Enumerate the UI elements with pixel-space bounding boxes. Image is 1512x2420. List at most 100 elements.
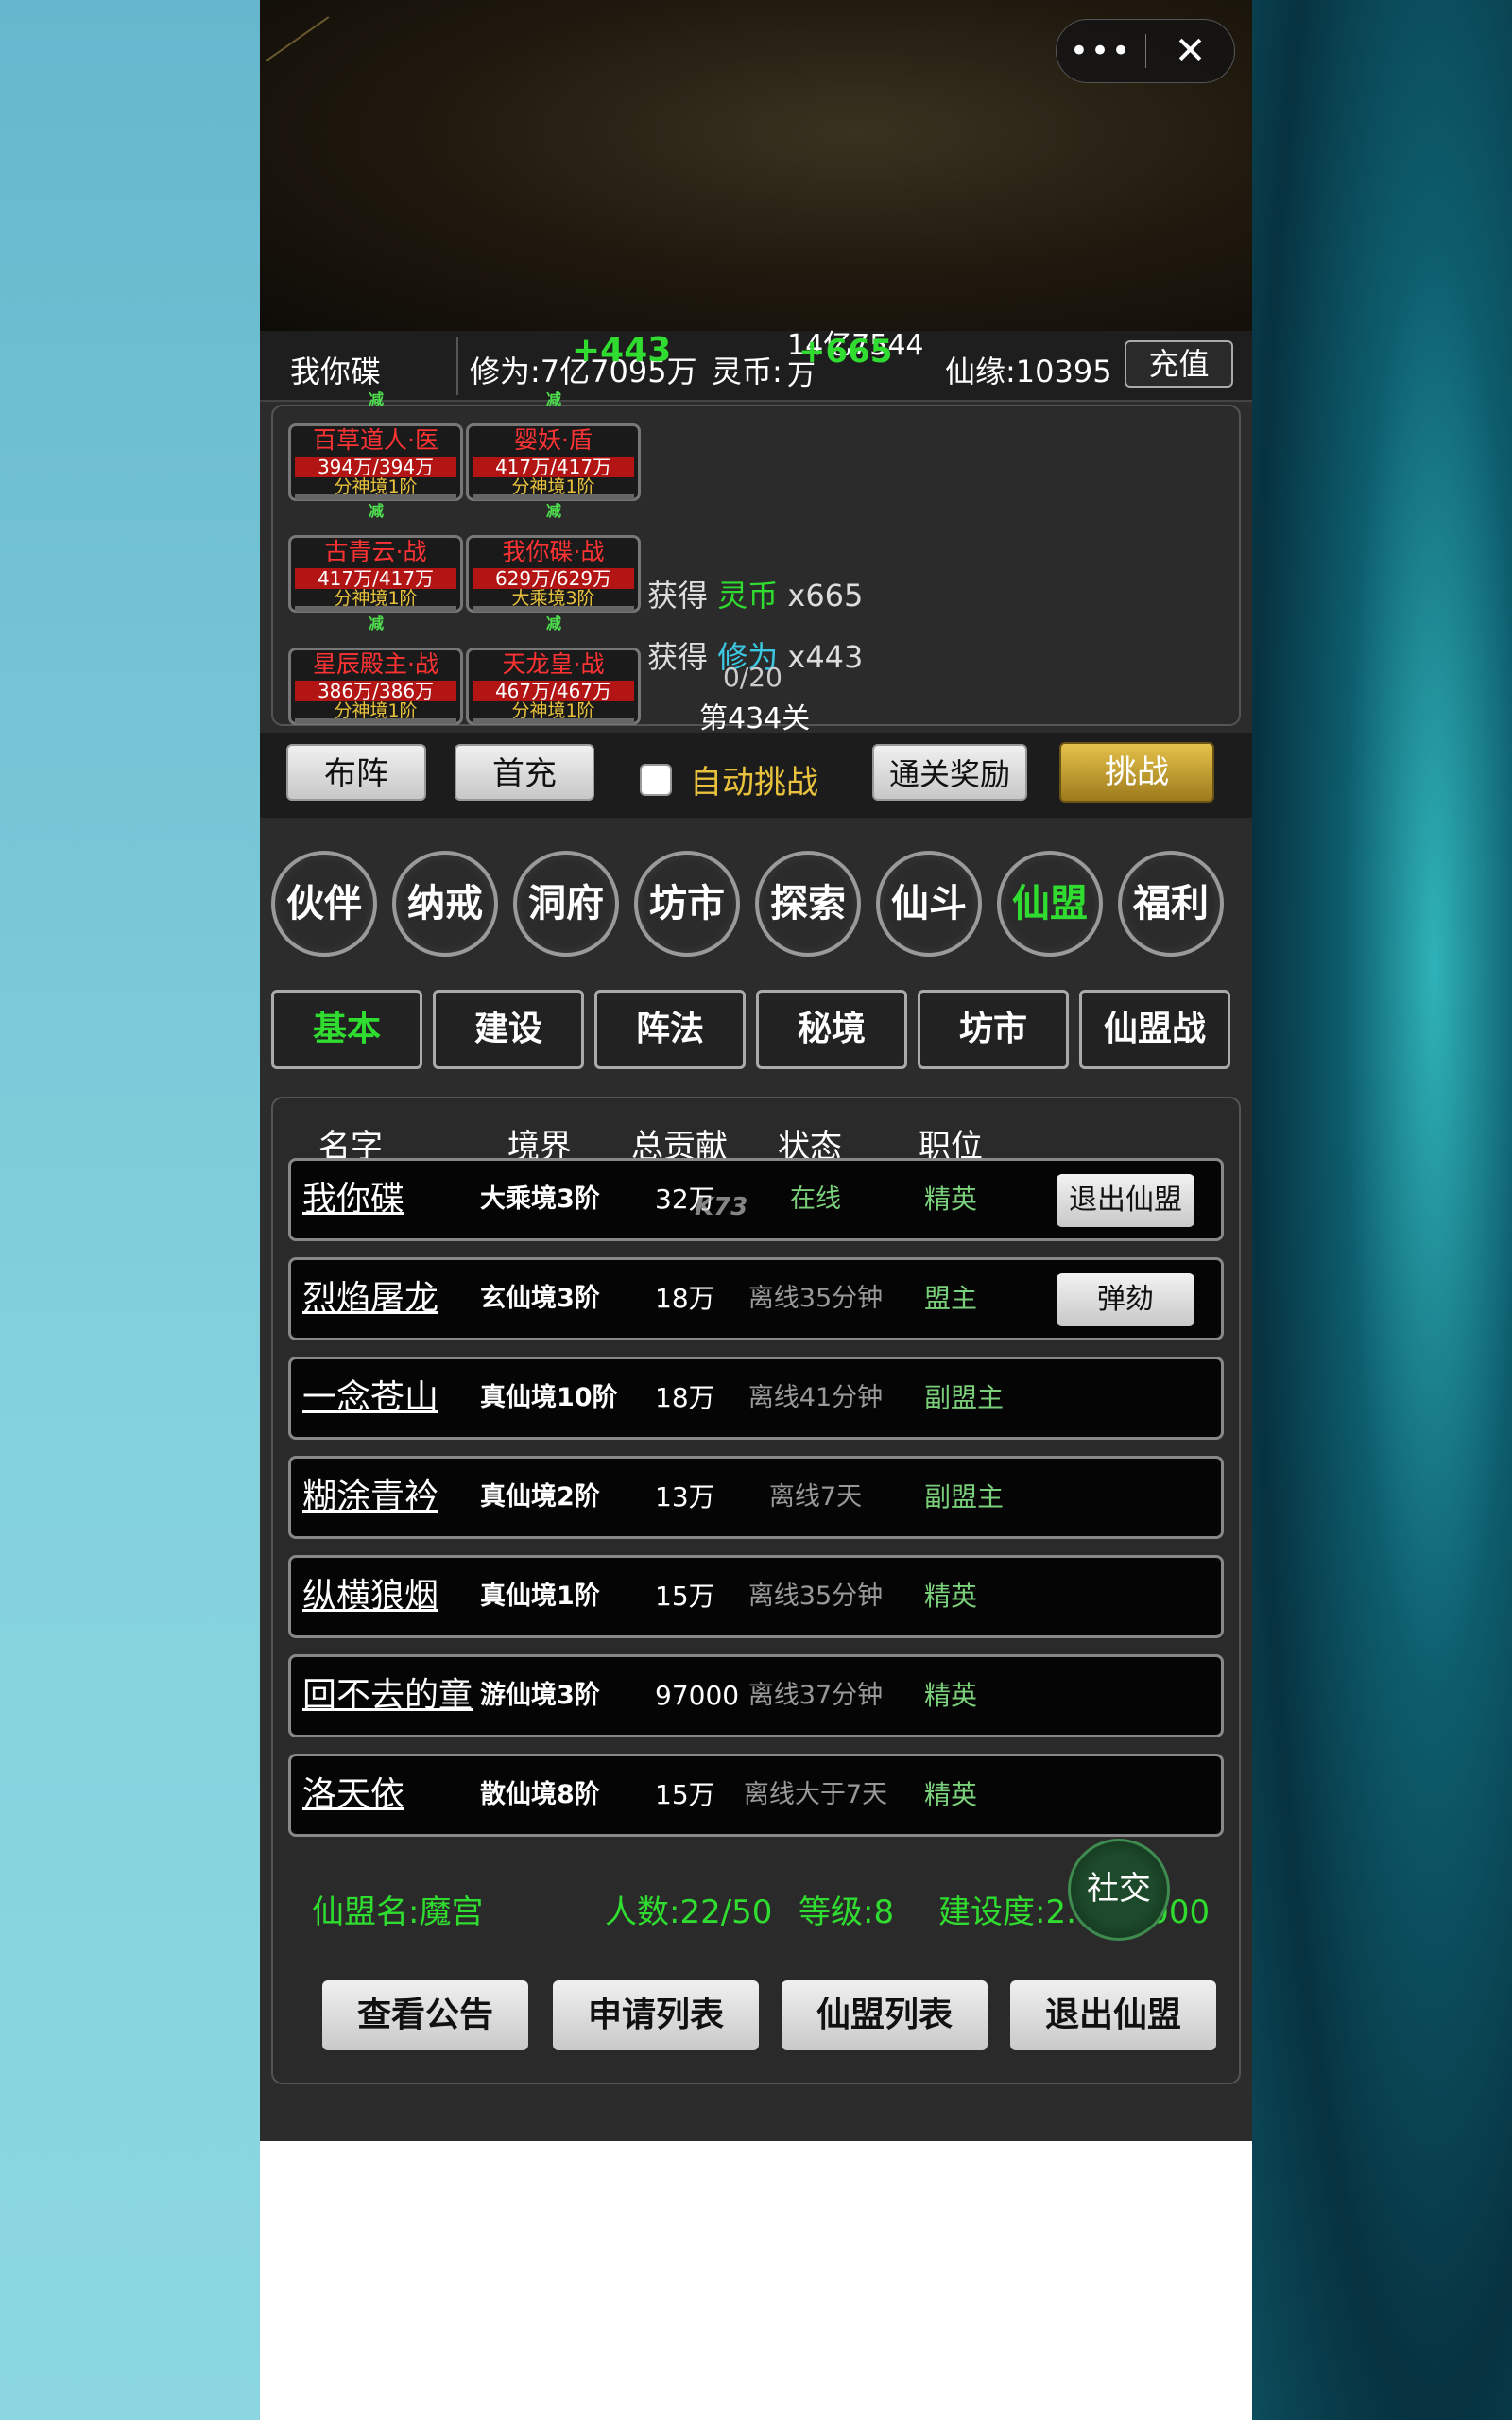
hero-name: 婴妖·盾 bbox=[514, 426, 593, 454]
hero-name: 星辰殿主·战 bbox=[313, 650, 438, 678]
nav-3[interactable]: 洞府 bbox=[513, 851, 619, 957]
buff-arrow-icon: 减 bbox=[368, 390, 384, 408]
member-status: 离线大于7天 bbox=[743, 1780, 888, 1809]
nav-1[interactable]: 伙伴 bbox=[271, 851, 377, 957]
member-name[interactable]: 洛天依 bbox=[302, 1756, 404, 1834]
member-position: 精英 bbox=[924, 1581, 978, 1612]
member-status: 离线35分钟 bbox=[747, 1284, 884, 1313]
member-status: 离线41分钟 bbox=[747, 1383, 884, 1412]
member-name[interactable]: 回不去的童 bbox=[302, 1657, 472, 1735]
game-viewport: ••• ✕ 我你碟 修为:7亿7095万 灵币: 14亿7544万 +443 +… bbox=[260, 0, 1252, 2141]
member-name[interactable]: 烈焰屠龙 bbox=[302, 1260, 438, 1338]
close-icon[interactable]: ✕ bbox=[1146, 29, 1234, 73]
nav-4[interactable]: 坊市 bbox=[634, 851, 740, 957]
nav-2[interactable]: 纳戒 bbox=[392, 851, 498, 957]
member-contribution: 13万 bbox=[655, 1481, 715, 1512]
social-button[interactable]: 社交 bbox=[1068, 1839, 1170, 1941]
challenge-button[interactable]: 挑战 bbox=[1059, 742, 1214, 803]
clear-reward-button[interactable]: 通关奖励 bbox=[872, 744, 1027, 801]
member-realm: 真仙境2阶 bbox=[480, 1482, 600, 1512]
battle-log-entry: 获得 灵币 x665 bbox=[647, 578, 864, 614]
bottom-button-4[interactable]: 退出仙盟 bbox=[1010, 1980, 1216, 2050]
member-name[interactable]: 纵横狼烟 bbox=[302, 1558, 438, 1635]
table-row: 洛天依 散仙境8阶 15万 离线大于7天 精英 bbox=[288, 1754, 1224, 1837]
hero-energy-bar bbox=[472, 718, 634, 724]
member-contribution: 97000 bbox=[655, 1680, 740, 1711]
hero-card[interactable]: 古青云·战 417万/417万 分神境1阶 bbox=[288, 535, 463, 613]
auto-challenge-label: 自动挑战 bbox=[690, 764, 818, 802]
hero-card[interactable]: 天龙皇·战 467万/467万 分神境1阶 bbox=[466, 648, 641, 725]
member-position: 副盟主 bbox=[924, 1481, 1005, 1512]
formation-button[interactable]: 布阵 bbox=[286, 744, 426, 801]
bottom-blank-area bbox=[260, 2141, 1252, 2420]
member-realm: 玄仙境3阶 bbox=[480, 1284, 600, 1313]
row-action-button[interactable]: 弹劾 bbox=[1057, 1273, 1194, 1326]
tab-3[interactable]: 阵法 bbox=[594, 990, 746, 1069]
nav-8[interactable]: 福利 bbox=[1118, 851, 1224, 957]
first-charge-button[interactable]: 首充 bbox=[455, 744, 594, 801]
tab-2[interactable]: 建设 bbox=[433, 990, 584, 1069]
hero-card[interactable]: 我你碟·战 629万/629万 大乘境3阶 bbox=[466, 535, 641, 613]
guild-level: 等级:8 bbox=[799, 1893, 895, 1931]
hero-card[interactable]: 百草道人·医 394万/394万 分神境1阶 bbox=[288, 424, 463, 501]
member-position: 精英 bbox=[924, 1184, 978, 1215]
site-watermark: K73 bbox=[695, 1193, 748, 1221]
member-position: 盟主 bbox=[924, 1283, 978, 1314]
table-row: 纵横狼烟 真仙境1阶 15万 离线35分钟 精英 bbox=[288, 1555, 1224, 1638]
member-contribution: 18万 bbox=[655, 1382, 715, 1413]
member-status: 离线7天 bbox=[768, 1482, 863, 1512]
member-name[interactable]: 我你碟 bbox=[302, 1161, 404, 1238]
member-contribution: 18万 bbox=[655, 1283, 715, 1314]
member-status: 离线37分钟 bbox=[747, 1681, 884, 1710]
right-background bbox=[1252, 0, 1512, 2420]
hero-name: 天龙皇·战 bbox=[502, 650, 605, 678]
table-row: 回不去的童 游仙境3阶 97000 离线37分钟 精英 bbox=[288, 1654, 1224, 1737]
buff-arrow-icon: 减 bbox=[545, 614, 561, 632]
nav-7[interactable]: 仙盟 bbox=[997, 851, 1103, 957]
nav-5[interactable]: 探索 bbox=[755, 851, 861, 957]
guild-name: 仙盟名:魔宫 bbox=[312, 1893, 484, 1931]
buff-arrow-icon: 减 bbox=[545, 390, 561, 408]
auto-challenge-checkbox[interactable] bbox=[640, 764, 672, 796]
table-row: 我你碟 大乘境3阶 32万 在线 精英 退出仙盟 bbox=[288, 1158, 1224, 1241]
player-status-bar: 我你碟 修为:7亿7095万 灵币: 14亿7544万 +443 +665 仙缘… bbox=[260, 331, 1252, 402]
member-realm: 散仙境8阶 bbox=[480, 1780, 600, 1809]
member-realm: 真仙境10阶 bbox=[480, 1383, 618, 1412]
member-status: 离线35分钟 bbox=[747, 1582, 884, 1611]
row-action-button[interactable]: 退出仙盟 bbox=[1057, 1174, 1194, 1227]
coin-gain-popup: +665 bbox=[799, 333, 893, 371]
member-name[interactable]: 一念苍山 bbox=[302, 1359, 438, 1437]
table-row: 烈焰屠龙 玄仙境3阶 18万 离线35分钟 盟主 弹劾 bbox=[288, 1257, 1224, 1340]
wave-progress: 0/20 bbox=[723, 662, 782, 693]
more-icon[interactable]: ••• bbox=[1057, 23, 1145, 79]
hero-card[interactable]: 星辰殿主·战 386万/386万 分神境1阶 bbox=[288, 648, 463, 725]
fate-stat: 仙缘:10395 bbox=[945, 354, 1112, 389]
member-position: 精英 bbox=[924, 1779, 978, 1810]
bottom-button-3[interactable]: 仙盟列表 bbox=[782, 1980, 988, 2050]
member-realm: 游仙境3阶 bbox=[480, 1681, 600, 1710]
hero-name: 古青云·战 bbox=[324, 538, 427, 565]
member-realm: 真仙境1阶 bbox=[480, 1582, 600, 1611]
buff-arrow-icon: 减 bbox=[368, 614, 384, 632]
mini-program-capsule: ••• ✕ bbox=[1056, 19, 1235, 83]
tab-1[interactable]: 基本 bbox=[271, 990, 422, 1069]
guild-member-count: 人数:22/50 bbox=[605, 1893, 773, 1931]
bottom-button-1[interactable]: 查看公告 bbox=[322, 1980, 528, 2050]
member-name[interactable]: 糊涂青衿 bbox=[302, 1459, 438, 1536]
nav-6[interactable]: 仙斗 bbox=[876, 851, 982, 957]
tab-6[interactable]: 仙盟战 bbox=[1079, 990, 1230, 1069]
spirit-coin-label: 灵币: bbox=[712, 354, 782, 389]
hero-card[interactable]: 婴妖·盾 417万/417万 分神境1阶 bbox=[466, 424, 641, 501]
member-position: 精英 bbox=[924, 1680, 978, 1711]
stage-name: 第434关 bbox=[699, 702, 811, 735]
left-background bbox=[0, 0, 260, 2420]
member-status: 在线 bbox=[790, 1184, 841, 1214]
tab-4[interactable]: 秘境 bbox=[756, 990, 907, 1069]
hero-name: 我你碟·战 bbox=[502, 538, 605, 565]
buff-arrow-icon: 减 bbox=[545, 502, 561, 520]
recharge-button[interactable]: 充值 bbox=[1125, 340, 1233, 388]
member-contribution: 15万 bbox=[655, 1779, 715, 1810]
member-realm: 大乘境3阶 bbox=[480, 1184, 600, 1214]
bottom-button-2[interactable]: 申请列表 bbox=[553, 1980, 759, 2050]
tab-5[interactable]: 坊市 bbox=[918, 990, 1069, 1069]
